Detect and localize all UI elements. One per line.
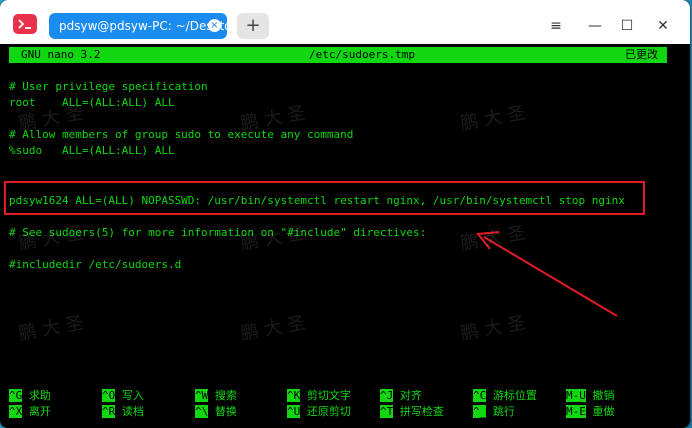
- shortcut-key: ^\: [195, 405, 209, 418]
- maximize-icon[interactable]: ☐: [614, 14, 640, 38]
- shortcut-redo[interactable]: M-E 重做: [566, 404, 615, 420]
- shortcut-where-is[interactable]: ^W 搜索: [195, 388, 237, 404]
- shortcut-label: 读档: [121, 405, 144, 418]
- shortcut-label: 跳行: [492, 405, 515, 418]
- shortcut-key: ^T: [380, 405, 394, 418]
- shortcut-help[interactable]: ^G 求助: [9, 388, 51, 404]
- menu-icon[interactable]: ≡: [543, 14, 569, 38]
- tab-title: pdsyw@pdsyw-PC: ~/Desktop: [59, 19, 227, 33]
- shortcut-cur-pos[interactable]: ^C 游标位置: [473, 388, 537, 404]
- shortcut-write-out[interactable]: ^O 写入: [102, 388, 144, 404]
- shortcut-label: 替换: [214, 405, 237, 418]
- title-bar: pdsyw@pdsyw-PC: ~/Desktop × + ≡ — ☐ ✕: [0, 0, 690, 44]
- new-tab-button[interactable]: +: [237, 13, 269, 39]
- shortcut-label: 写入: [121, 389, 144, 402]
- tab-terminal[interactable]: pdsyw@pdsyw-PC: ~/Desktop ×: [49, 13, 227, 39]
- shortcut-label: 离开: [28, 405, 51, 418]
- minimize-icon[interactable]: —: [582, 14, 608, 38]
- shortcut-label: 剪切文字: [306, 389, 351, 402]
- shortcut-exit[interactable]: ^X 离开: [9, 404, 51, 420]
- tab-close-icon[interactable]: ×: [208, 19, 221, 32]
- shortcut-label: 重做: [592, 405, 615, 418]
- shortcut-key: ^_: [473, 405, 487, 418]
- shortcut-key: ^K: [287, 389, 301, 402]
- shortcut-key: ^R: [102, 405, 116, 418]
- shortcut-key: ^W: [195, 389, 209, 402]
- annotation-arrow-icon: [476, 231, 618, 317]
- shortcut-replace[interactable]: ^\ 替换: [195, 404, 237, 420]
- shortcut-label: 对齐: [399, 389, 422, 402]
- shortcut-read-file[interactable]: ^R 读档: [102, 404, 144, 420]
- shortcut-key: ^G: [9, 389, 23, 402]
- shortcut-label: 搜索: [214, 389, 237, 402]
- shortcut-justify[interactable]: ^J 对齐: [380, 388, 422, 404]
- terminal-window: pdsyw@pdsyw-PC: ~/Desktop × + ≡ — ☐ ✕ GN…: [0, 0, 690, 428]
- shortcut-key: ^O: [102, 389, 116, 402]
- shortcut-undo[interactable]: M-U 撤销: [566, 388, 615, 404]
- terminal-app-icon[interactable]: [13, 14, 37, 34]
- shortcut-key: ^X: [9, 405, 23, 418]
- shortcut-uncut[interactable]: ^U 还原剪切: [287, 404, 351, 420]
- shortcut-key: M-U: [566, 389, 586, 402]
- shortcut-label: 游标位置: [492, 389, 537, 402]
- shortcut-key: ^C: [473, 389, 487, 402]
- shortcut-label: 还原剪切: [306, 405, 351, 418]
- shortcut-spell[interactable]: ^T 拼写检查: [380, 404, 444, 420]
- shortcut-key: M-E: [566, 405, 586, 418]
- close-icon[interactable]: ✕: [650, 14, 676, 38]
- shortcut-go-to-line[interactable]: ^_ 跳行: [473, 404, 515, 420]
- terminal-area[interactable]: GNU nano 3.2 /etc/sudoers.tmp 已更改 # User…: [0, 44, 690, 428]
- shortcut-key: ^J: [380, 389, 394, 402]
- shortcut-key: ^U: [287, 405, 301, 418]
- shortcut-cut-text[interactable]: ^K 剪切文字: [287, 388, 351, 404]
- shortcut-label: 求助: [28, 389, 51, 402]
- shortcut-label: 拼写检查: [399, 405, 444, 418]
- shortcut-label: 撤销: [592, 389, 615, 402]
